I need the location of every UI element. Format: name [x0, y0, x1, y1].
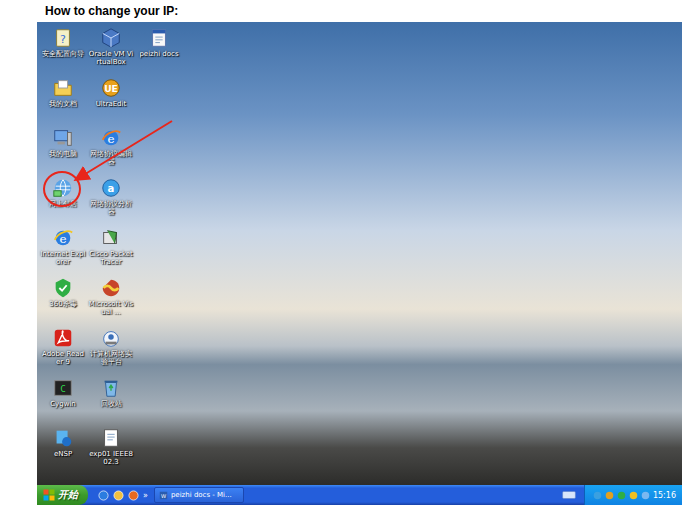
- clock: 15:16: [653, 491, 676, 500]
- svg-text:a: a: [108, 183, 115, 194]
- icon-label: 我的文档: [40, 101, 86, 109]
- quick-launch-more[interactable]: »: [143, 491, 148, 500]
- pointer-arrow: [37, 22, 682, 505]
- desktop-icon[interactable]: 网上邻居: [39, 175, 87, 225]
- icon-label: Internet Explorer: [40, 251, 86, 266]
- desktop-area[interactable]: ? 安全配置向导我的文档我的电脑网上邻居 e Internet Explorer 360…: [37, 22, 682, 485]
- icon-label: 网上邻居: [40, 201, 86, 209]
- svg-text:UE: UE: [104, 83, 118, 94]
- desktop-icon[interactable]: 我的文档: [39, 75, 87, 125]
- document-icon: [100, 427, 122, 449]
- desktop-icon[interactable]: 计算机网络实验平台: [87, 325, 135, 375]
- icon-label: Cygwin: [40, 401, 86, 409]
- desktop-icon[interactable]: Adobe Reader 9: [39, 325, 87, 375]
- tray-1-icon: [605, 491, 614, 500]
- adobe-reader-icon: [52, 327, 74, 349]
- desktop-icon[interactable]: eNSP: [39, 425, 87, 475]
- icon-label: 计算机网络实验平台: [88, 351, 134, 366]
- computer-icon: [52, 127, 74, 149]
- wallpaper-photo: [37, 22, 682, 485]
- icon-label: UltraEdit: [88, 101, 134, 109]
- desktop-icon[interactable]: 360杀毒: [39, 275, 87, 325]
- wizard-icon: ?: [52, 27, 74, 49]
- icon-label: Oracle VM VirtualBox: [88, 51, 134, 66]
- desktop-icon[interactable]: peizhi docs: [135, 25, 183, 75]
- svg-text:C: C: [60, 383, 66, 394]
- packet-tracer-icon: [100, 227, 122, 249]
- tray-4-icon: [641, 491, 650, 500]
- virtualbox-icon: [100, 27, 122, 49]
- desktop-icon[interactable]: e 网络协议编辑器: [87, 125, 135, 175]
- antivirus-icon: [52, 277, 74, 299]
- desktop-icon[interactable]: Microsoft Visual ...: [87, 275, 135, 325]
- icon-label: 安全配置向导: [40, 51, 86, 59]
- desktop-icon[interactable]: exp01 IEEE802.3: [87, 425, 135, 475]
- start-label: 开始: [58, 488, 78, 502]
- tray-3-icon: [629, 491, 638, 500]
- windows-logo-icon: [43, 489, 55, 501]
- word-task-icon: W: [159, 491, 168, 500]
- cygwin-icon: C: [52, 377, 74, 399]
- keyboard-icon: [562, 490, 576, 500]
- visual-studio-icon: [100, 277, 122, 299]
- task-label: peizhi docs - Mi...: [171, 491, 232, 499]
- highlight-circle: [43, 171, 81, 207]
- desktop-icon[interactable]: C Cygwin: [39, 375, 87, 425]
- icon-label: Cisco Packet Tracer: [88, 251, 134, 266]
- desktop-icon[interactable]: a 网络协议分析器: [87, 175, 135, 225]
- desktop-icon[interactable]: UE UltraEdit: [87, 75, 135, 125]
- network-places-icon: [52, 177, 74, 199]
- svg-text:W: W: [161, 492, 167, 498]
- desktop-icons: ? 安全配置向导我的文档我的电脑网上邻居 e Internet Explorer 360…: [37, 22, 682, 475]
- documents-icon: [52, 77, 74, 99]
- desktop-icon[interactable]: 回收站: [87, 375, 135, 425]
- taskbar: 开始 » Wpeizhi docs - Mi... 15:16: [37, 485, 682, 505]
- icon-label: Adobe Reader 9: [40, 351, 86, 366]
- media-quick-icon[interactable]: [128, 490, 139, 501]
- folder-quick-icon[interactable]: [113, 490, 124, 501]
- recycle-bin-icon: [100, 377, 122, 399]
- system-tray: 15:16: [584, 485, 682, 505]
- icon-label: Microsoft Visual ...: [88, 301, 134, 316]
- desktop-icon[interactable]: ? 安全配置向导: [39, 25, 87, 75]
- quick-launch: »: [88, 485, 154, 505]
- icon-label: 网络协议编辑器: [88, 151, 134, 166]
- svg-text:?: ?: [60, 33, 66, 46]
- internet-explorer-icon: e: [52, 227, 74, 249]
- tray-2-icon: [617, 491, 626, 500]
- icon-label: 回收站: [88, 401, 134, 409]
- ensp-icon: [52, 427, 74, 449]
- word-document-icon: [148, 27, 170, 49]
- icon-label: 360杀毒: [40, 301, 86, 309]
- icon-label: eNSP: [40, 451, 86, 459]
- desktop-icon[interactable]: 我的电脑: [39, 125, 87, 175]
- icon-label: exp01 IEEE802.3: [88, 451, 134, 466]
- protocol-editor-icon: e: [100, 127, 122, 149]
- ie-quick-icon[interactable]: [98, 490, 109, 501]
- tray-0-icon: [593, 491, 602, 500]
- desktop-icon[interactable]: Oracle VM VirtualBox: [87, 25, 135, 75]
- language-bar[interactable]: [554, 485, 584, 505]
- task-button[interactable]: Wpeizhi docs - Mi...: [154, 487, 244, 503]
- icon-label: 我的电脑: [40, 151, 86, 159]
- icon-label: 网络协议分析器: [88, 201, 134, 216]
- protocol-analyzer-icon: a: [100, 177, 122, 199]
- desktop-screenshot: ? 安全配置向导我的文档我的电脑网上邻居 e Internet Explorer 360…: [37, 22, 682, 505]
- desktop-icon[interactable]: Cisco Packet Tracer: [87, 225, 135, 275]
- icon-label: peizhi docs: [136, 51, 182, 59]
- page-heading: How to change your IP:: [0, 0, 699, 22]
- desktop-icon[interactable]: e Internet Explorer: [39, 225, 87, 275]
- network-lab-icon: [100, 327, 122, 349]
- ultraedit-icon: UE: [100, 77, 122, 99]
- start-button[interactable]: 开始: [37, 485, 88, 505]
